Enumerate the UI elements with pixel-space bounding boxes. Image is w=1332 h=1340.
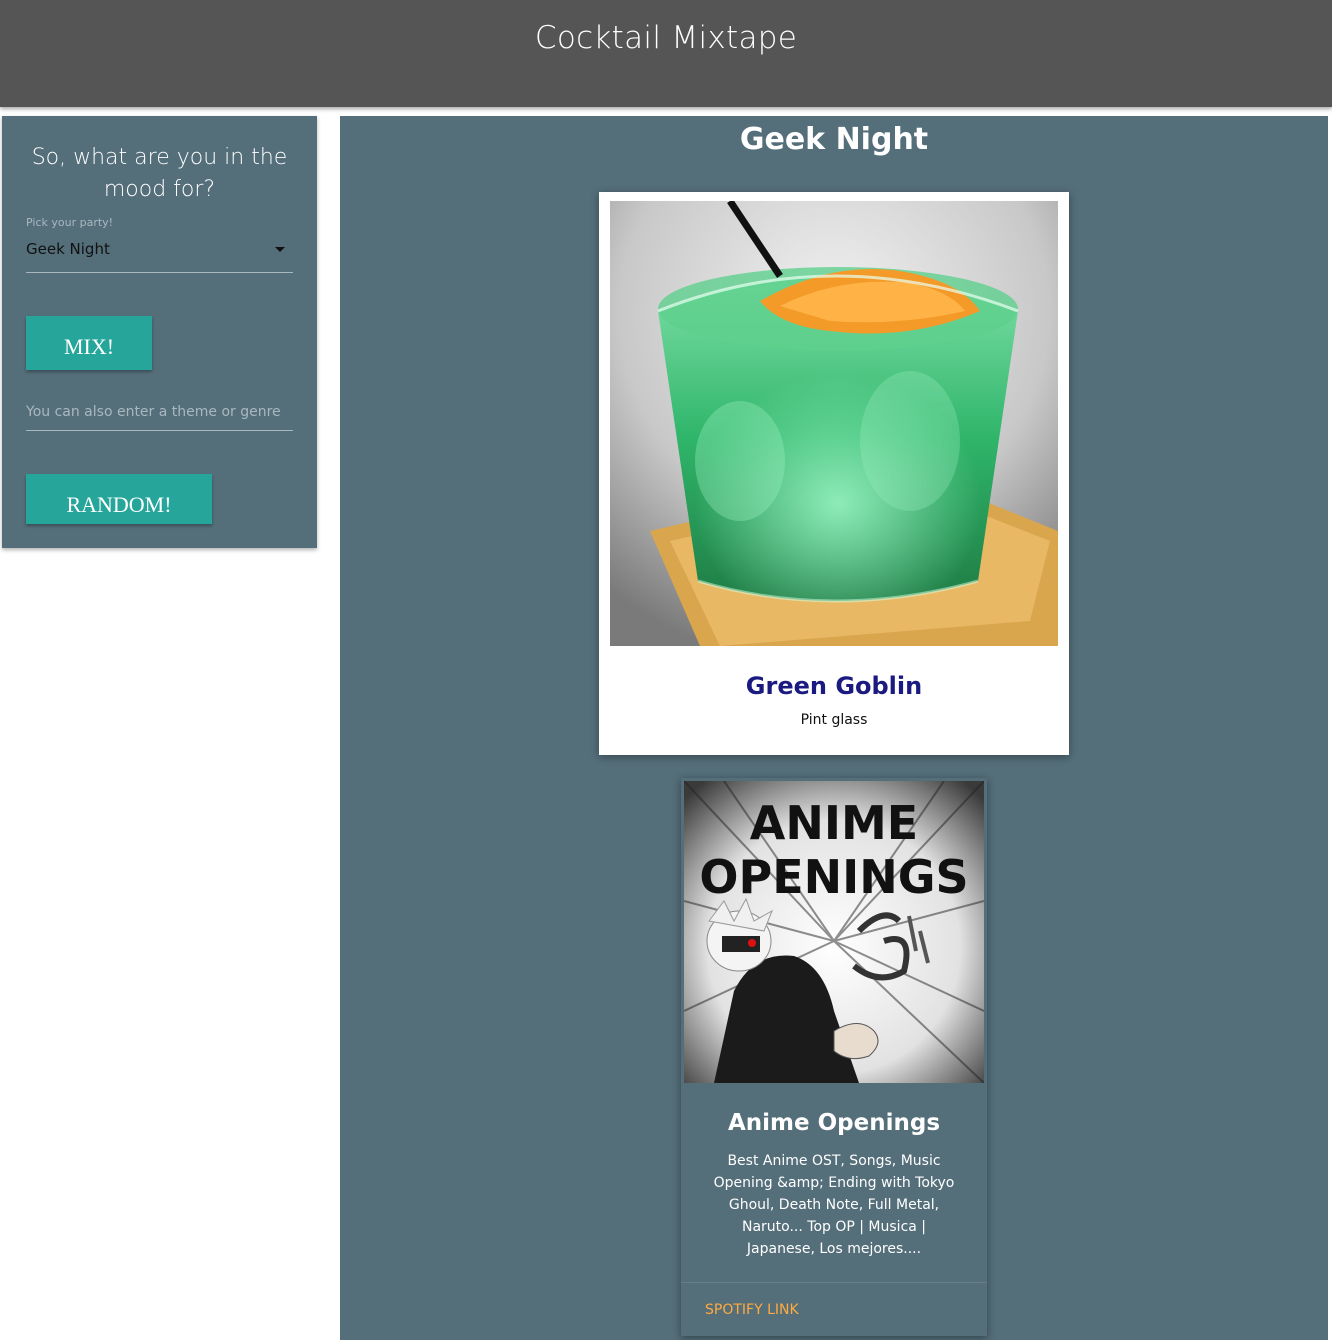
- spotify-link[interactable]: SPOTIFY LINK: [705, 1302, 799, 1318]
- playlist-name: Anime Openings: [727, 1110, 941, 1136]
- card-divider: [681, 1282, 987, 1283]
- playlist-cover-image: ANIME OPENINGS: [684, 781, 984, 1083]
- cover-title-line1: ANIME: [750, 796, 918, 850]
- party-title: Geek Night: [739, 122, 929, 157]
- drink-image: [610, 201, 1058, 646]
- party-select-value: Geek Night: [26, 240, 110, 258]
- caret-down-icon: [275, 247, 285, 252]
- drink-card: Green Goblin Pint glass: [599, 192, 1069, 755]
- main-panel: Geek Night Green Goblin Pint glass ANIME…: [340, 116, 1328, 1340]
- party-select[interactable]: Geek Night: [26, 236, 293, 273]
- app-title: Cocktail Mixtape: [534, 20, 798, 56]
- party-select-label: Pick your party!: [26, 216, 114, 229]
- mix-button[interactable]: MIX!: [26, 316, 152, 370]
- theme-input[interactable]: [26, 394, 293, 431]
- playlist-card: ANIME OPENINGS Anime Openings Best Anime…: [681, 778, 987, 1336]
- top-bar: Cocktail Mixtape: [0, 0, 1332, 107]
- drink-glass: Pint glass: [800, 712, 868, 728]
- playlist-description: Best Anime OST, Songs, Music Opening &am…: [713, 1153, 955, 1257]
- drink-name: Green Goblin: [745, 672, 923, 700]
- sidebar-panel: So, what are you in the mood for? Pick y…: [2, 116, 317, 548]
- mood-prompt: So, what are you in the mood for?: [31, 145, 288, 202]
- random-button[interactable]: RANDOM!: [26, 474, 212, 524]
- cover-title-line2: OPENINGS: [699, 850, 968, 904]
